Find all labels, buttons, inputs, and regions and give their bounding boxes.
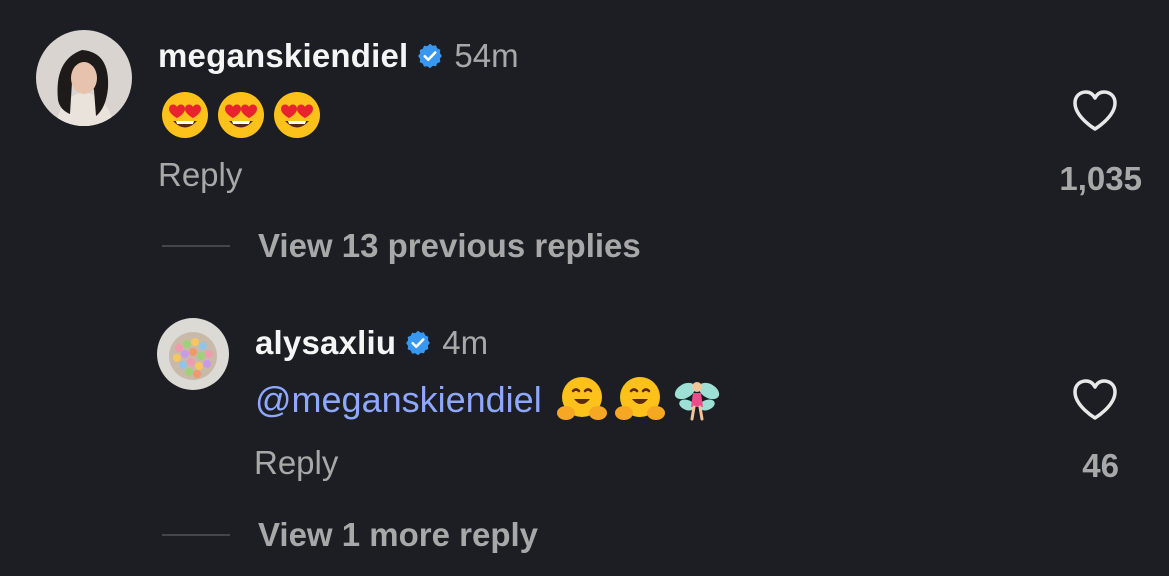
like-button[interactable] — [1071, 89, 1119, 133]
view-previous-replies-button[interactable]: View 13 previous replies — [162, 226, 641, 266]
reply-button[interactable]: Reply — [158, 156, 242, 194]
username[interactable]: meganskiendiel — [158, 37, 408, 75]
heart-eyes-emoji — [216, 90, 266, 140]
username[interactable]: alysaxliu — [255, 324, 396, 362]
avatar[interactable] — [36, 30, 132, 126]
like-count: 1,035 — [1059, 160, 1142, 197]
heart-icon — [1073, 90, 1117, 131]
thread-divider — [162, 534, 230, 536]
reply-button[interactable]: Reply — [254, 444, 338, 482]
view-more-reply-label: View 1 more reply — [258, 516, 539, 553]
like-count: 46 — [1082, 447, 1119, 484]
mention-link[interactable]: @meganskiendiel — [255, 379, 542, 421]
heart-eyes-emoji — [272, 90, 322, 140]
comment-header: meganskiendiel 54m — [158, 36, 519, 76]
timestamp: 54m — [454, 37, 519, 74]
hugging-face-emoji — [556, 375, 608, 425]
comment-thread: meganskiendiel 54m Reply 1,035 View 13 p… — [0, 0, 1169, 576]
heart-icon — [1073, 379, 1117, 420]
fairy-emoji — [672, 375, 722, 425]
hugging-face-emoji — [614, 375, 666, 425]
comment-body — [160, 90, 328, 140]
verified-badge-icon — [404, 329, 432, 357]
like-button[interactable] — [1071, 378, 1119, 422]
timestamp: 4m — [442, 324, 489, 361]
heart-eyes-emoji — [160, 90, 210, 140]
view-previous-replies-label: View 13 previous replies — [258, 227, 641, 264]
verified-badge-icon — [416, 42, 444, 70]
reply-body: @meganskiendiel — [255, 375, 728, 425]
reply-header: alysaxliu 4m — [255, 323, 488, 363]
avatar[interactable] — [157, 318, 229, 390]
thread-divider — [162, 245, 230, 247]
view-more-reply-button[interactable]: View 1 more reply — [162, 515, 538, 555]
